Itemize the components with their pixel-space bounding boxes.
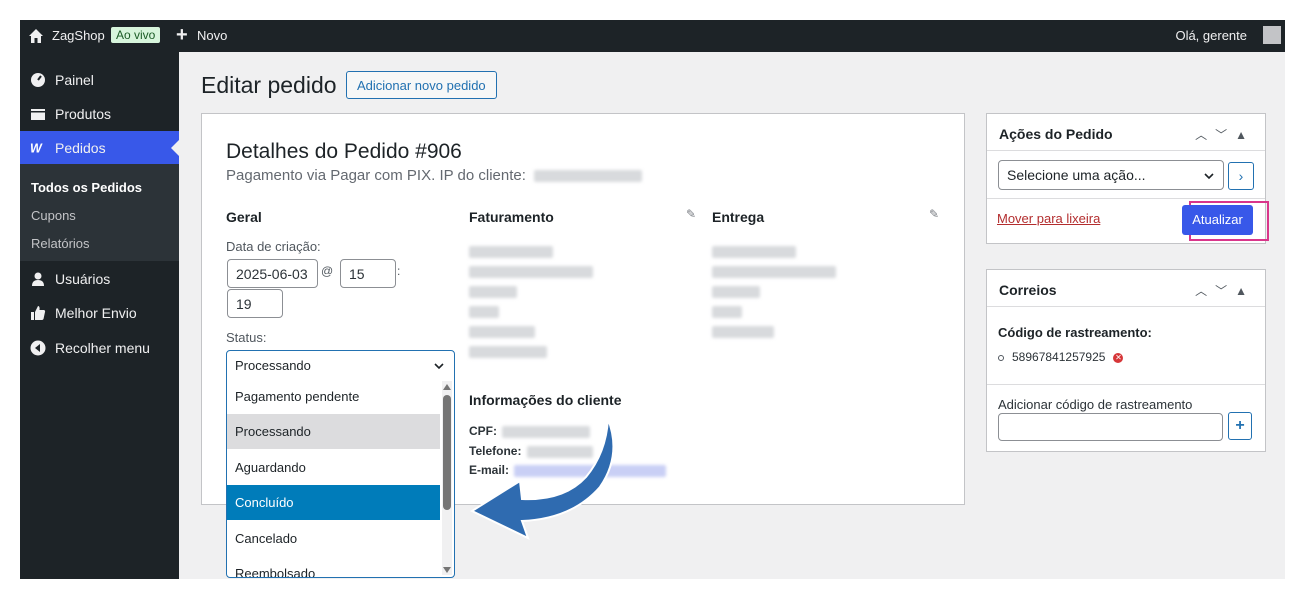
shipping-heading: Entrega (712, 209, 765, 225)
sidebar-item-melhor-envio[interactable]: Melhor Envio (20, 296, 179, 330)
browser-frame: ZagShop Ao vivo + Novo Olá, gerente Pain… (20, 20, 1285, 579)
sidebar-item-label: Produtos (55, 106, 112, 122)
woo-icon: W (30, 141, 43, 155)
avatar[interactable] (1263, 26, 1281, 44)
live-badge: Ao vivo (111, 27, 161, 43)
admin-bar: ZagShop Ao vivo + Novo Olá, gerente (20, 20, 1285, 52)
status-option-refunded[interactable]: Reembolsado (227, 556, 440, 577)
svg-text:W: W (30, 141, 43, 155)
sidebar-item-label: Recolher menu (55, 340, 150, 356)
dropdown-scrollbar[interactable] (442, 381, 452, 575)
order-subtitle: Pagamento via Pagar com PIX. IP do clien… (226, 167, 643, 184)
products-icon (31, 109, 45, 120)
sidebar-item-usuarios[interactable]: Usuários (20, 262, 179, 296)
home-icon[interactable] (28, 28, 44, 44)
scroll-up-arrow-icon[interactable] (443, 384, 451, 390)
apply-action-button[interactable]: › (1228, 162, 1254, 190)
status-option-pending[interactable]: Pagamento pendente (227, 379, 440, 414)
edit-shipping-pencil-icon[interactable]: ✎ (929, 207, 939, 221)
status-option-completed[interactable]: Concluído (227, 485, 440, 520)
shipping-address (712, 246, 836, 338)
remove-tracking-icon[interactable]: ✕ (1113, 352, 1124, 363)
billing-address (469, 246, 593, 358)
correios-box: Correios ︿﹀▲ Código de rastreamento: 589… (986, 269, 1266, 452)
status-select[interactable]: Processando Pagamento pendente Processan… (226, 350, 455, 578)
created-date-label: Data de criação: (226, 239, 321, 254)
chevron-down-icon (1204, 173, 1214, 180)
add-tracking-button[interactable]: + (1228, 412, 1252, 440)
collapse-icon (30, 340, 46, 356)
sidebar: Painel Produtos W Pedidos Todos os Pedid… (20, 52, 179, 579)
sidebar-item-produtos[interactable]: Produtos (20, 97, 179, 131)
status-select-value[interactable]: Processando (227, 351, 453, 381)
sidebar-item-label: Usuários (55, 271, 111, 287)
customer-info-heading: Informações do cliente (469, 392, 622, 408)
sidebar-item-painel[interactable]: Painel (20, 63, 179, 97)
edit-billing-pencil-icon[interactable]: ✎ (686, 207, 696, 221)
box-controls[interactable]: ︿﹀▲ (1195, 126, 1255, 143)
date-field[interactable]: 2025-06-03 (227, 259, 318, 288)
correios-title: Correios (999, 282, 1057, 298)
site-name-link[interactable]: ZagShop (52, 28, 105, 43)
status-option-processing[interactable]: Processando (227, 414, 440, 449)
dashboard-icon (31, 73, 45, 87)
sidebar-item-label: Melhor Envio (55, 305, 137, 321)
tracking-label: Código de rastreamento: (998, 325, 1152, 340)
sidebar-item-label: Painel (55, 72, 94, 88)
sidebar-item-recolher[interactable]: Recolher menu (20, 331, 179, 365)
greeting-link[interactable]: Olá, gerente (1175, 28, 1247, 43)
time-colon: : (397, 264, 401, 278)
tracking-item: 58967841257925 ✕ (998, 350, 1124, 364)
submenu-relatorios[interactable]: Relatórios (31, 236, 90, 251)
move-to-trash-link[interactable]: Mover para lixeira (997, 211, 1100, 226)
status-option-cancelled[interactable]: Cancelado (227, 521, 440, 556)
payment-info: Pagamento via Pagar com PIX. IP do clien… (226, 167, 526, 184)
tracking-code-input[interactable] (998, 413, 1223, 441)
at-symbol: @ (321, 264, 334, 278)
sidebar-item-label: Pedidos (55, 140, 106, 156)
scrollbar-thumb[interactable] (443, 395, 451, 510)
update-button[interactable]: Atualizar (1182, 205, 1253, 235)
submenu-todos-pedidos[interactable]: Todos os Pedidos (31, 180, 142, 195)
order-action-select[interactable]: Selecione uma ação... (998, 160, 1224, 190)
redacted-ip (534, 170, 643, 183)
tracking-code: 58967841257925 (1012, 350, 1106, 364)
general-heading: Geral (226, 209, 262, 225)
minute-field[interactable]: 19 (227, 289, 283, 318)
add-new-order-button[interactable]: Adicionar novo pedido (346, 71, 497, 99)
submenu-cupons[interactable]: Cupons (31, 208, 76, 223)
scroll-down-arrow-icon[interactable] (443, 567, 451, 573)
status-label: Status: (226, 330, 267, 345)
chevron-down-icon (434, 363, 444, 370)
order-title: Detalhes do Pedido #906 (226, 140, 462, 163)
thumbs-up-icon (31, 306, 46, 320)
billing-heading: Faturamento (469, 209, 554, 225)
status-option-on-hold[interactable]: Aguardando (227, 450, 440, 485)
user-icon (32, 272, 44, 286)
box-controls[interactable]: ︿﹀▲ (1195, 282, 1255, 299)
bullet-icon (998, 354, 1004, 361)
add-tracking-label: Adicionar código de rastreamento (998, 397, 1193, 412)
new-link[interactable]: Novo (197, 28, 227, 43)
annotation-arrow-icon (469, 418, 615, 540)
hour-field[interactable]: 15 (340, 259, 396, 288)
page-title: Editar pedido (201, 72, 337, 98)
sidebar-item-pedidos[interactable]: W Pedidos (20, 131, 179, 165)
plus-icon[interactable]: + (176, 24, 188, 47)
pedidos-submenu: Todos os Pedidos Cupons Relatórios (20, 164, 179, 261)
order-actions-title: Ações do Pedido (999, 126, 1113, 142)
